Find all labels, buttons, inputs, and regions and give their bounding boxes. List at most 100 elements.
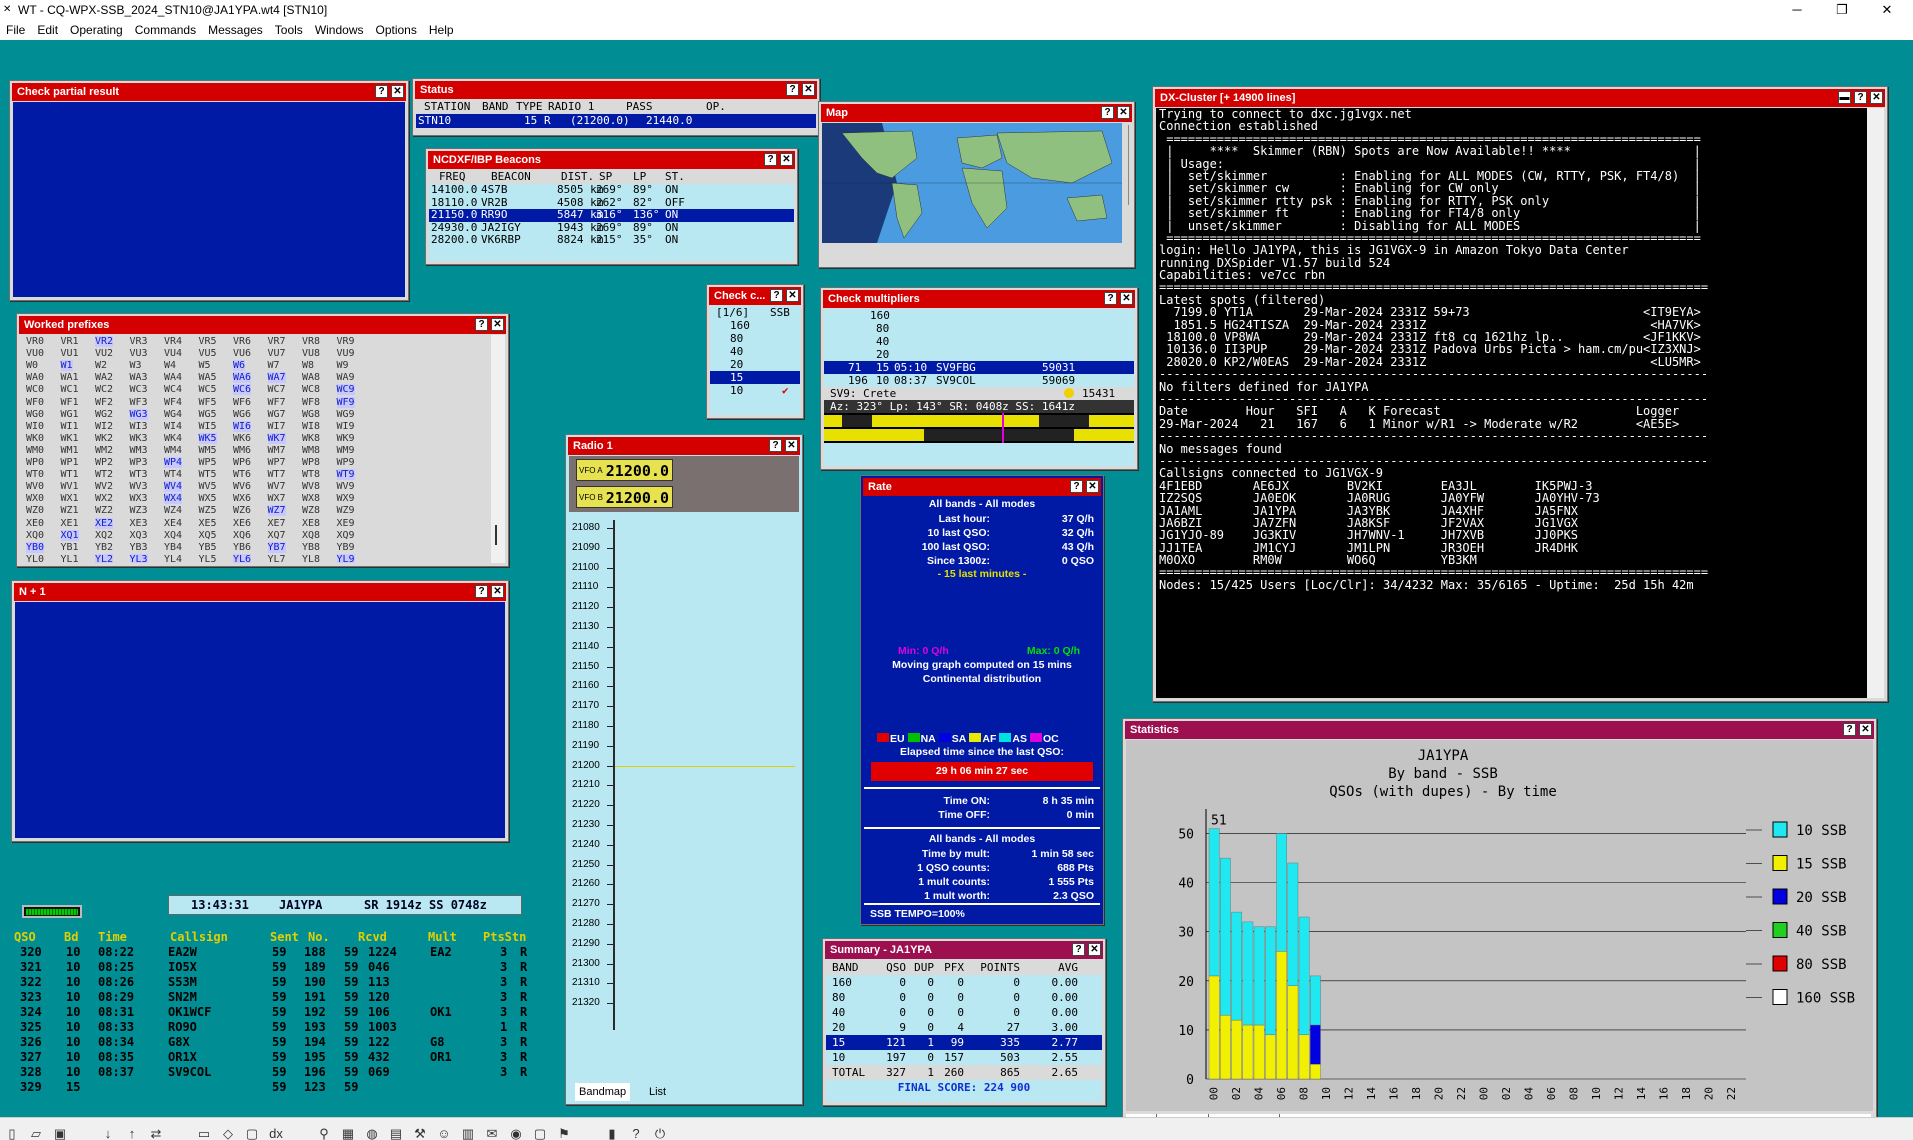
prefix-cell[interactable]: VU1 (61, 348, 79, 359)
window-titlebar[interactable]: Status? ✕ (415, 81, 817, 99)
prefix-cell[interactable]: WF8 (302, 397, 320, 408)
prefix-cell[interactable]: XE3 (130, 518, 148, 529)
menu-item-windows[interactable]: Windows (309, 20, 370, 40)
vfo-a-display[interactable]: VFO A 21200.0 (576, 459, 673, 481)
prefix-cell[interactable]: WI0 (26, 421, 44, 432)
prefix-cell[interactable]: XQ2 (95, 530, 113, 541)
menu-item-messages[interactable]: Messages (202, 20, 269, 40)
prefix-cell[interactable]: WP1 (61, 457, 79, 468)
prefix-cell[interactable]: XE7 (268, 518, 286, 529)
summary-row[interactable]: 80 0 0 0 0 0.00 (826, 990, 1102, 1005)
prefix-cell[interactable]: WT5 (199, 469, 217, 480)
log-table[interactable]: QSO Bd Time Callsign Sent No. Rcvd Mult PtsStn 32… (8, 930, 548, 1110)
log-row[interactable]: 329 15 59 123 59 (8, 1080, 548, 1095)
window-titlebar[interactable]: Statistics? ✕ (1125, 721, 1874, 739)
prefix-cell[interactable]: WT6 (233, 469, 251, 480)
prefix-cell[interactable]: WA8 (302, 372, 320, 383)
prefix-cell[interactable]: WM9 (337, 445, 355, 456)
prefix-cell[interactable]: WM6 (233, 445, 251, 456)
prefix-cell[interactable]: WZ3 (130, 505, 148, 516)
prefix-cell[interactable]: WA1 (61, 372, 79, 383)
help-icon[interactable]: ? (1843, 723, 1856, 736)
swap-icon[interactable]: ⇄ (147, 1125, 165, 1140)
help-icon[interactable]: ? (764, 153, 777, 166)
n-plus-1-list[interactable] (15, 602, 505, 838)
prefix-cell[interactable]: WV9 (337, 481, 355, 492)
prefix-cell[interactable]: WZ1 (61, 505, 79, 516)
prefix-cell[interactable]: WA4 (164, 372, 182, 383)
prefix-cell[interactable]: WG9 (337, 409, 355, 420)
globe2-icon[interactable]: ◉ (507, 1125, 525, 1140)
prefix-cell[interactable]: WK1 (61, 433, 79, 444)
prefix-cell[interactable]: WI6 (233, 420, 252, 432)
prefix-cell[interactable]: WC2 (95, 384, 113, 395)
window-icon[interactable]: ▢ (531, 1125, 549, 1140)
mail-icon[interactable]: ✉ (483, 1125, 501, 1140)
prefix-cell[interactable]: VU0 (26, 348, 44, 359)
prefix-cell[interactable]: WX1 (61, 493, 79, 504)
prefix-cell[interactable]: WA2 (95, 372, 113, 383)
prefix-cell[interactable]: WP6 (233, 457, 251, 468)
maximize-icon[interactable]: ❐ (1820, 0, 1864, 20)
close-icon[interactable]: ✕ (785, 439, 798, 452)
checkcall-band-row[interactable]: 20 (710, 358, 800, 371)
prefix-cell[interactable]: XQ9 (337, 530, 355, 541)
prefix-grid[interactable]: VR0 VR1 VR2 VR3 VR4 VR5 VR6 VR7 VR8 VR9 VU0 VU1 VU2 V… (20, 335, 489, 563)
dx-cluster-text[interactable]: Trying to connect to dxc.jg1vgx.net Conne… (1156, 108, 1867, 698)
menu-item-tools[interactable]: Tools (269, 20, 309, 40)
dx-scrollbar[interactable] (1867, 108, 1884, 698)
prefix-cell[interactable]: WP5 (199, 457, 217, 468)
prefix-cell[interactable]: WF3 (130, 397, 148, 408)
close-icon[interactable]: ✕ (1870, 91, 1883, 104)
summary-row[interactable]: 40 0 0 0 0 0.00 (826, 1005, 1102, 1020)
tool-icon[interactable]: ⚒ (411, 1125, 429, 1140)
prefix-cell[interactable]: XE4 (164, 518, 182, 529)
prefix-cell[interactable]: YL9 (336, 553, 355, 563)
prefix-cell[interactable]: WA6 (233, 372, 252, 384)
prefix-cell[interactable]: XE1 (61, 518, 79, 529)
close-icon[interactable]: ✕ (802, 83, 815, 96)
prefix-cell[interactable]: WI3 (130, 421, 148, 432)
help-icon[interactable]: ? (786, 83, 799, 96)
prefix-cell[interactable]: WG0 (26, 409, 44, 420)
flag-icon[interactable]: ⚑ (555, 1125, 573, 1140)
prefix-cell[interactable]: W2 (95, 360, 107, 371)
checkcall-band-row[interactable]: 160 (710, 319, 800, 332)
new-file-icon[interactable]: ▯ (3, 1125, 21, 1140)
prefix-cell[interactable]: W5 (199, 360, 211, 371)
prefix-cell[interactable]: WV8 (302, 481, 320, 492)
prefix-cell[interactable]: WC7 (268, 384, 286, 395)
prefix-cell[interactable]: VU8 (302, 348, 320, 359)
prefix-cell[interactable]: WK5 (198, 432, 217, 444)
arrow-down-icon[interactable]: ↓ (99, 1125, 117, 1140)
prefix-cell[interactable]: WI2 (95, 421, 113, 432)
beacon-row[interactable]: 28200.0 VK6RBP 8824 km 215° 35° ON (429, 234, 794, 247)
checkcall-band-row[interactable]: 40 (710, 345, 800, 358)
tag-icon[interactable]: ◇ (219, 1125, 237, 1140)
prefix-cell[interactable]: WF4 (164, 397, 182, 408)
prefix-cell[interactable]: WC3 (130, 384, 148, 395)
status-row[interactable]: STN10 15 R (21200.0) 21440.0 (416, 114, 816, 128)
close-icon[interactable]: ✕ (1117, 106, 1130, 119)
help-icon[interactable]: ? (1072, 943, 1085, 956)
menu-item-file[interactable]: File (0, 20, 31, 40)
prefix-cell[interactable]: WA0 (26, 372, 44, 383)
prefix-cell[interactable]: VR3 (130, 336, 148, 347)
window-titlebar[interactable]: Check c...? ✕ (709, 287, 801, 305)
prefix-cell[interactable]: VR8 (302, 336, 320, 347)
prefix-cell[interactable]: XE2 (95, 517, 114, 529)
beacon-row[interactable]: 14100.0 4S7B 8505 km 269° 89° ON (429, 183, 794, 197)
prefix-cell[interactable]: XE5 (199, 518, 217, 529)
prefix-cell[interactable]: WI9 (337, 421, 355, 432)
window-titlebar[interactable]: NCDXF/IBP Beacons? ✕ (428, 151, 795, 169)
prefix-cell[interactable]: WI4 (164, 421, 182, 432)
prefix-cell[interactable]: WK3 (130, 433, 148, 444)
prefix-cell[interactable]: XQ3 (130, 530, 148, 541)
prefix-cell[interactable]: XE8 (302, 518, 320, 529)
prefix-cell[interactable]: YL8 (302, 554, 320, 563)
prefix-cell[interactable]: W4 (164, 360, 176, 371)
globe-icon[interactable]: ◍ (363, 1125, 381, 1140)
prefix-cell[interactable]: WP4 (164, 457, 183, 468)
prefix-cell[interactable]: XE9 (337, 518, 355, 529)
prefix-cell[interactable]: WG3 (129, 408, 148, 420)
